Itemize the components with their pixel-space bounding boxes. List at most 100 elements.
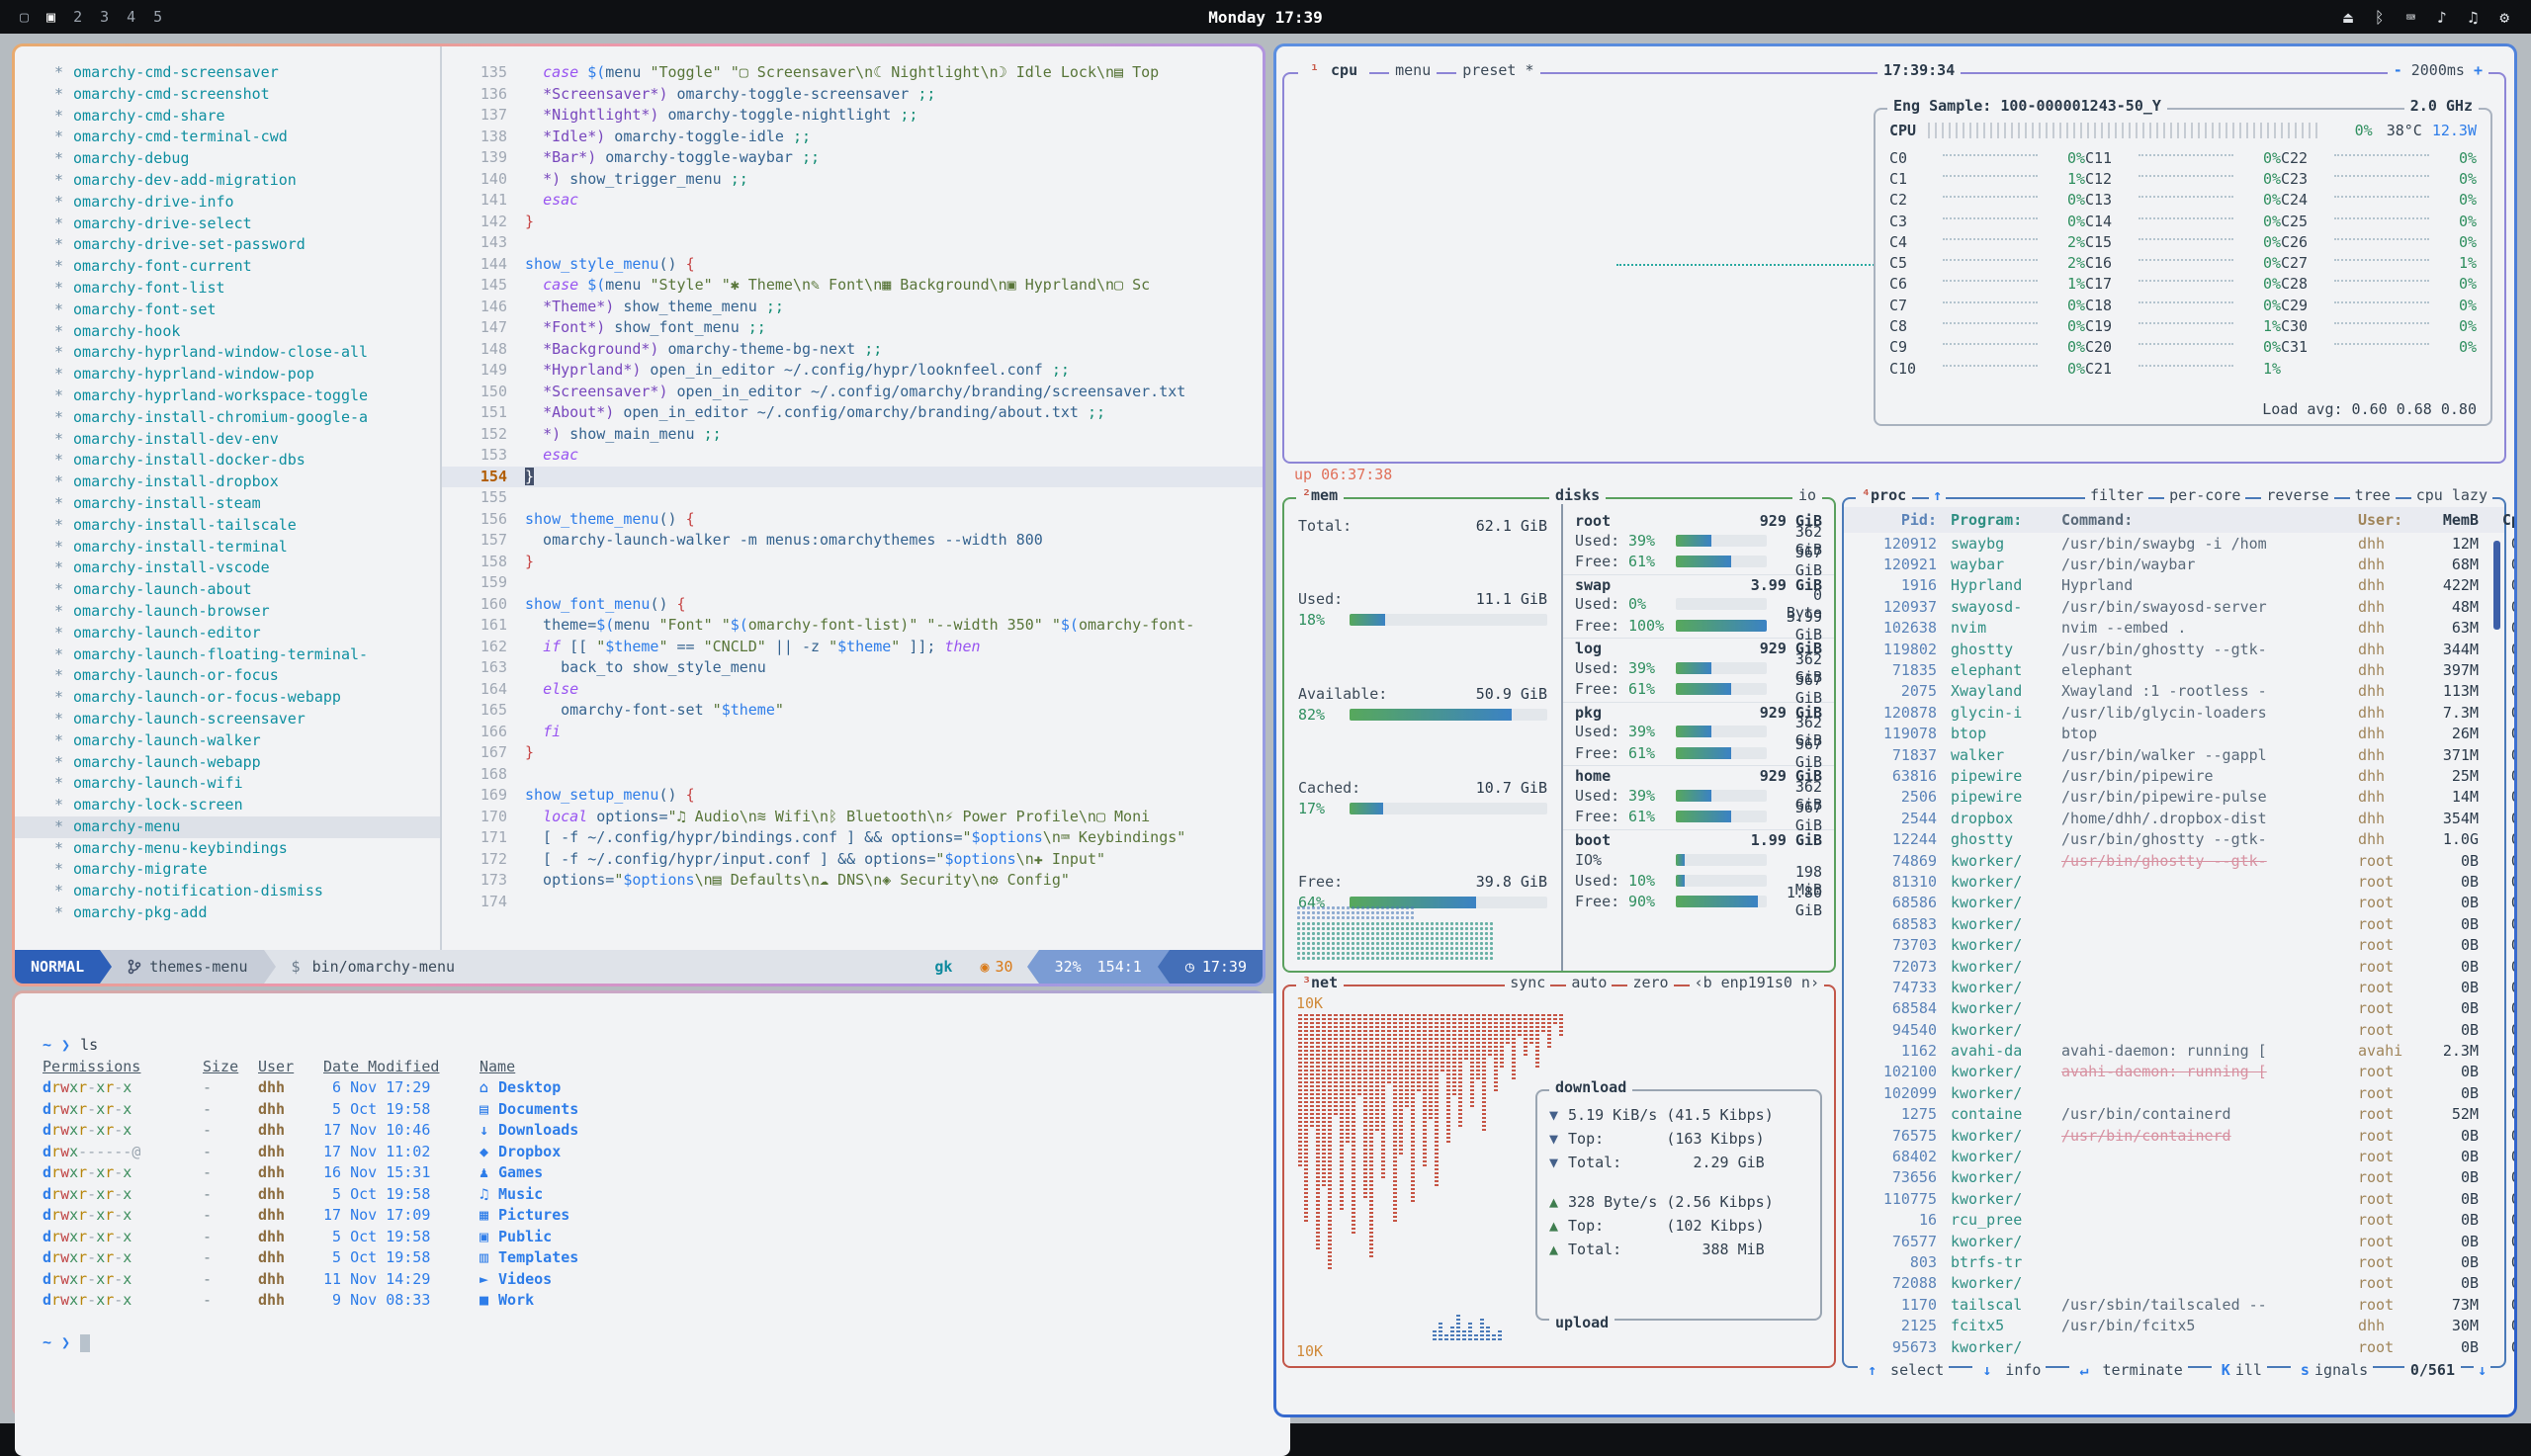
file-list-item[interactable]: *omarchy-launch-webapp: [15, 752, 440, 774]
proc-header-row[interactable]: Pid:Program:Command:User:MemBCpu%: [1844, 507, 2504, 533]
file-list-item[interactable]: *omarchy-pkg-add: [15, 902, 440, 924]
code-line[interactable]: 149 *Hyprland*) open_in_editor ~/.config…: [442, 360, 1263, 382]
code-line[interactable]: 146 *Theme*) show_theme_menu ;;: [442, 297, 1263, 318]
proc-control-per-core[interactable]: per-core: [2164, 486, 2245, 504]
file-list-item[interactable]: *omarchy-drive-select: [15, 214, 440, 235]
code-line[interactable]: 168: [442, 764, 1263, 786]
proc-footer-action[interactable]: Kill: [2212, 1361, 2267, 1379]
process-row[interactable]: 63816pipewire/usr/bin/pipewiredhh25M0.0: [1844, 765, 2504, 786]
interval-plus-button[interactable]: +: [2474, 61, 2483, 79]
process-row[interactable]: 12244ghostty/usr/bin/ghostty --gtk-dhh1.…: [1844, 828, 2504, 849]
file-list-item[interactable]: *omarchy-install-terminal: [15, 537, 440, 558]
code-line[interactable]: 142}: [442, 212, 1263, 233]
code-line[interactable]: 173 options="$options\n▤ Defaults\n☁ DNS…: [442, 870, 1263, 892]
workspace-2[interactable]: 2: [73, 8, 82, 26]
file-list-item[interactable]: *omarchy-lock-screen: [15, 795, 440, 816]
process-row[interactable]: 120878glycin-i/usr/lib/glycin-loadersdhh…: [1844, 702, 2504, 723]
system-tray[interactable]: ⏏ᛒ⌨♪♫⚙: [2343, 8, 2509, 27]
file-list-item[interactable]: *omarchy-install-vscode: [15, 557, 440, 579]
file-list-item[interactable]: *omarchy-launch-about: [15, 579, 440, 601]
process-row[interactable]: 68584kworker/root0B0.0: [1844, 998, 2504, 1019]
code-line[interactable]: 155: [442, 487, 1263, 509]
code-line[interactable]: 171 [ -f ~/.config/hypr/bindings.conf ] …: [442, 827, 1263, 849]
screencast-icon[interactable]: ⏏: [2343, 8, 2353, 27]
proc-control-cpu-lazy[interactable]: cpu lazy: [2411, 486, 2492, 504]
process-row[interactable]: 120921waybar/usr/bin/waybardhh68M0.0: [1844, 554, 2504, 574]
process-row[interactable]: 71837walker/usr/bin/walker --gappldhh371…: [1844, 744, 2504, 765]
proc-controls[interactable]: filter per-core reverse tree cpu lazy: [2085, 486, 2492, 504]
process-row[interactable]: 16rcu_preeroot0B0.0: [1844, 1210, 2504, 1231]
code-line[interactable]: 136 *Screensaver*) omarchy-toggle-screen…: [442, 84, 1263, 106]
proc-control-filter[interactable]: filter: [2085, 486, 2148, 504]
btop-window[interactable]: ¹cpu menu preset * 17:39:34 - 2000ms + E…: [1273, 43, 2517, 1417]
code-line[interactable]: 159: [442, 572, 1263, 594]
code-line[interactable]: 150 *Screensaver*) open_in_editor ~/.con…: [442, 382, 1263, 403]
terminal-window[interactable]: ~❯ls PermissionsSizeUserDate ModifiedNam…: [12, 990, 1266, 1417]
file-list-item[interactable]: *omarchy-cmd-screensaver: [15, 62, 440, 84]
proc-footer-action[interactable]: signals: [2291, 1361, 2373, 1379]
code-line[interactable]: 143: [442, 232, 1263, 254]
net-sync-button[interactable]: sync: [1505, 974, 1550, 991]
update-interval[interactable]: - 2000ms +: [2388, 61, 2488, 79]
file-list-item[interactable]: *omarchy-font-current: [15, 256, 440, 278]
file-list-item[interactable]: *omarchy-launch-wifi: [15, 773, 440, 795]
process-row[interactable]: 95673kworker/root0B0.0: [1844, 1336, 2504, 1357]
process-row[interactable]: 68402kworker/root0B0.0: [1844, 1146, 2504, 1166]
menu-button[interactable]: menu: [1389, 61, 1437, 79]
net-interface-selector[interactable]: ‹b enp191s0 n›: [1690, 974, 1824, 991]
io-mode-button[interactable]: io: [1792, 486, 1822, 504]
file-list-item[interactable]: *omarchy-migrate: [15, 859, 440, 881]
scroll-down-indicator[interactable]: ↓: [2474, 1361, 2490, 1379]
code-line[interactable]: 156show_theme_menu() {: [442, 509, 1263, 531]
editor-window[interactable]: *omarchy-cmd-screensaver*omarchy-cmd-scr…: [12, 43, 1266, 986]
process-row[interactable]: 74733kworker/root0B0.0: [1844, 977, 2504, 997]
file-list-item[interactable]: *omarchy-cmd-share: [15, 106, 440, 128]
terminal-prompt-line[interactable]: ~❯: [43, 1332, 1290, 1354]
proc-control-reverse[interactable]: reverse: [2261, 486, 2333, 504]
code-line[interactable]: 148 *Background*) omarchy-theme-bg-next …: [442, 339, 1263, 361]
code-line[interactable]: 144show_style_menu() {: [442, 254, 1263, 276]
process-row[interactable]: 120912swaybg/usr/bin/swaybg -i /homdhh12…: [1844, 533, 2504, 554]
code-line[interactable]: 153 esac: [442, 445, 1263, 467]
file-list-item[interactable]: *omarchy-drive-info: [15, 192, 440, 214]
interval-minus-button[interactable]: -: [2394, 61, 2402, 79]
code-line[interactable]: 166 fi: [442, 722, 1263, 743]
code-line[interactable]: 141 esac: [442, 190, 1263, 212]
process-row[interactable]: 1170tailscal/usr/sbin/tailscaled --root7…: [1844, 1294, 2504, 1315]
file-list-item[interactable]: *omarchy-menu: [15, 816, 440, 838]
file-list-item[interactable]: *omarchy-hyprland-window-pop: [15, 364, 440, 385]
code-line[interactable]: 154}: [442, 467, 1263, 488]
code-line[interactable]: 140 *) show_trigger_menu ;;: [442, 169, 1263, 191]
code-line[interactable]: 169show_setup_menu() {: [442, 785, 1263, 807]
process-row[interactable]: 72088kworker/root0B0.0: [1844, 1273, 2504, 1294]
process-row[interactable]: 68583kworker/root0B0.0: [1844, 913, 2504, 934]
code-line[interactable]: 158}: [442, 552, 1263, 573]
process-row[interactable]: 94540kworker/root0B0.0: [1844, 1019, 2504, 1040]
preset-button[interactable]: preset *: [1456, 61, 1539, 79]
audio-output-icon[interactable]: ♫: [2469, 8, 2479, 27]
net-zero-button[interactable]: zero: [1627, 974, 1673, 991]
file-list-item[interactable]: *omarchy-install-tailscale: [15, 515, 440, 537]
proc-column-header[interactable]: Command:: [2061, 511, 2358, 529]
file-list-item[interactable]: *omarchy-hyprland-workspace-toggle: [15, 385, 440, 407]
process-row[interactable]: 119802ghostty/usr/bin/ghostty --gtk-dhh3…: [1844, 639, 2504, 659]
proc-column-header[interactable]: Cpu%: [2494, 511, 2514, 529]
code-line[interactable]: 138 *Idle*) omarchy-toggle-idle ;;: [442, 127, 1263, 148]
file-list-item[interactable]: *omarchy-install-steam: [15, 493, 440, 515]
settings-icon[interactable]: ⚙: [2499, 8, 2509, 27]
file-list-item[interactable]: *omarchy-font-list: [15, 278, 440, 300]
file-list-item[interactable]: *omarchy-launch-screensaver: [15, 709, 440, 730]
volume-icon[interactable]: ♪: [2437, 8, 2447, 27]
process-row[interactable]: 102099kworker/root0B0.0: [1844, 1082, 2504, 1103]
process-row[interactable]: 102638nvimnvim --embed .dhh63M0.0: [1844, 618, 2504, 639]
code-line[interactable]: 170 local options="♫ Audio\n≋ Wifi\nᛒ Bl…: [442, 807, 1263, 828]
process-row[interactable]: 71835elephantelephantdhh397M0.0: [1844, 659, 2504, 680]
code-line[interactable]: 137 *Nightlight*) omarchy-toggle-nightli…: [442, 105, 1263, 127]
code-line[interactable]: 157 omarchy-launch-walker -m menus:omarc…: [442, 530, 1263, 552]
code-line[interactable]: 135 case $(menu "Toggle" "▢ Screensaver\…: [442, 62, 1263, 84]
process-row[interactable]: 2506pipewire/usr/bin/pipewire-pulsedhh14…: [1844, 787, 2504, 808]
file-list-item[interactable]: *omarchy-install-dropbox: [15, 471, 440, 493]
proc-control-tree[interactable]: tree: [2350, 486, 2396, 504]
workspace-active-icon[interactable]: ▣: [46, 8, 55, 26]
file-list[interactable]: *omarchy-cmd-screensaver*omarchy-cmd-scr…: [15, 46, 442, 950]
